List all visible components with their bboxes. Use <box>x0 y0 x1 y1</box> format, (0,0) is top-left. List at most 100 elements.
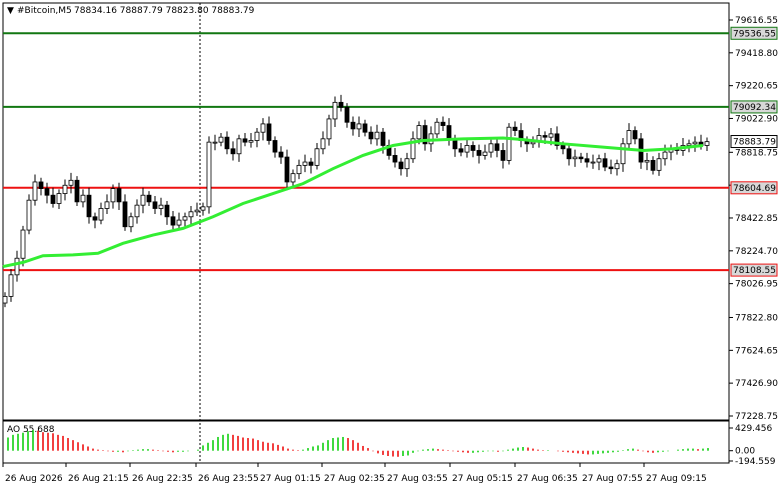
candle-body <box>272 140 278 153</box>
candle-body <box>290 173 296 183</box>
candle-body <box>320 138 326 150</box>
candle-body <box>608 166 614 170</box>
candle-body <box>392 155 398 163</box>
x-tick-label: 26 Aug 21:15 <box>68 474 129 484</box>
y-axis: 79616.55 79418.80 79220.65 79022.90 78818.75… <box>729 16 778 422</box>
candle-body <box>158 204 164 209</box>
candle-body <box>206 141 212 208</box>
candle-body <box>500 150 506 161</box>
x-tick-label: 27 Aug 03:55 <box>387 474 448 484</box>
y-tick-label: 78224.70 <box>735 247 778 257</box>
candle-body <box>626 130 632 145</box>
candle-body <box>134 204 140 218</box>
y-tick-label: 78422.85 <box>735 214 778 224</box>
level-tag-label: 78108.55 <box>733 266 776 276</box>
ao-tick-label: 429.456 <box>735 424 772 434</box>
candle-body <box>86 194 92 218</box>
y-tick-label: 78026.95 <box>735 280 778 290</box>
candle-body <box>548 133 554 138</box>
candle-body <box>296 164 302 175</box>
candle-body <box>404 158 410 170</box>
candle-body <box>230 148 236 155</box>
candle-body <box>380 131 386 146</box>
candle-body <box>464 145 470 153</box>
candle-body <box>308 161 314 166</box>
candle-body <box>224 136 230 150</box>
candle-body <box>32 181 38 201</box>
candle-body <box>560 145 566 150</box>
level-tag-label: 79536.55 <box>733 29 776 39</box>
candle-body <box>68 179 74 186</box>
candle-body <box>218 136 224 143</box>
candle-body <box>104 201 110 209</box>
candle-body <box>314 148 320 166</box>
candle-body <box>50 194 56 204</box>
candle-body <box>530 141 536 145</box>
candle-body <box>692 141 698 145</box>
ao-plot-frame <box>2 420 730 464</box>
candle-body <box>248 140 254 143</box>
candle-body <box>152 201 158 209</box>
candle-body <box>584 158 590 163</box>
main-plot-frame <box>2 2 730 421</box>
y-tick-label: 77624.65 <box>735 346 778 356</box>
candle-body <box>200 206 206 211</box>
candle-body <box>350 121 356 130</box>
candle-body <box>242 138 248 143</box>
candle-body <box>122 201 128 228</box>
candle-body <box>116 188 122 203</box>
candle-body <box>644 159 650 163</box>
y-tick-label: 78818.75 <box>735 148 778 158</box>
candle-body <box>236 138 242 155</box>
x-tick-label: 27 Aug 06:35 <box>517 474 578 484</box>
ao-tick-label: 0.00 <box>735 447 755 457</box>
candle-body <box>416 125 422 140</box>
y-tick-label: 79220.65 <box>735 82 778 92</box>
candle-body <box>164 204 170 218</box>
candle-body <box>470 145 476 151</box>
candle-body <box>14 257 20 276</box>
x-tick-label: 26 Aug 22:35 <box>132 474 193 484</box>
candle-body <box>56 193 62 204</box>
candle-body <box>20 229 26 259</box>
candle-body <box>656 158 662 171</box>
candle-body <box>2 295 8 304</box>
candle-body <box>110 188 116 203</box>
candle-body <box>398 161 404 170</box>
candle-body <box>326 118 332 140</box>
candle-body <box>614 163 620 170</box>
candle-body <box>542 135 548 138</box>
x-tick-label: 27 Aug 09:15 <box>646 474 707 484</box>
candle-body <box>374 131 380 140</box>
candle-body <box>8 274 14 297</box>
x-tick-label: 27 Aug 07:55 <box>582 474 643 484</box>
candle-body <box>284 156 290 183</box>
candle-body <box>482 151 488 156</box>
candle-body <box>362 123 368 133</box>
candle-body <box>494 143 500 151</box>
candle-body <box>128 216 134 228</box>
candle-body <box>62 184 68 194</box>
candle-body <box>632 130 638 140</box>
y-tick-label: 77822.80 <box>735 313 778 323</box>
candle-body <box>506 126 512 161</box>
candle-body <box>686 143 692 146</box>
candle-body <box>188 211 194 218</box>
x-tick-label: 26 Aug 2026 <box>5 474 63 484</box>
collapse-triangle-icon[interactable]: ▼ <box>7 6 14 16</box>
ao-tick-label: -194.559 <box>735 457 776 467</box>
candle-body <box>344 106 350 123</box>
symbol-title: #Bitcoin,M5 <box>17 6 72 16</box>
candle-body <box>80 194 86 203</box>
ao-axis: 429.456 0.00-194.559 <box>729 424 776 467</box>
x-tick-label: 27 Aug 05:15 <box>452 474 513 484</box>
x-tick-label: 27 Aug 02:35 <box>324 474 385 484</box>
candle-body <box>440 121 446 126</box>
candle-body <box>98 208 104 221</box>
candle-body <box>662 151 668 160</box>
y-tick-label: 77228.75 <box>735 412 778 422</box>
level-tag-label: 78604.69 <box>733 184 776 194</box>
chart-canvas[interactable]: ▼ #Bitcoin,M5 78834.16 78887.79 78823.80… <box>0 0 781 489</box>
current-price-label: 78883.79 <box>733 138 776 148</box>
candle-body <box>572 156 578 160</box>
